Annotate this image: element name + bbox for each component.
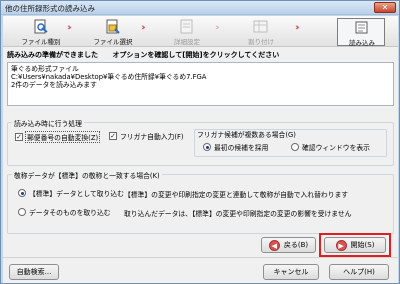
title-bar: 他の住所録形式の読み込み ✕ (1, 1, 399, 15)
radio-unselected-icon (291, 143, 299, 151)
import-dialog: 他の住所録形式の読み込み ✕ ファイル種別 ››› ファイル選択 ››› 詳細設… (0, 0, 400, 284)
start-arrow-icon: ▶ (335, 239, 347, 251)
ready-message: 読み込みの準備ができました オプションを確認して[開始]をクリックしてください (7, 50, 279, 60)
import-options-title: 読み込み時に行う処理 (12, 118, 84, 128)
check-mark-icon: ✓ (15, 133, 23, 141)
file-type-icon (34, 19, 48, 34)
postal-code-auto-convert-checkbox[interactable]: ✓ 郵便番号の自動変換(Z) (15, 131, 101, 143)
file-info-box: 筆ぐるめ形式ファイル C:¥Users¥nakada¥Desktop¥筆ぐるめ住… (7, 62, 394, 106)
honorific-group: 敬称データが【標準】の敬称と一致する場合(K) 【標準】データとして取り込む 【… (7, 170, 394, 234)
footer-divider (3, 257, 398, 258)
step-assign: 割り付け (237, 18, 285, 46)
radio-standard-label: 【標準】データとして取り込む (29, 190, 124, 198)
step-arrow: ››› (67, 23, 72, 33)
radio-first-candidate[interactable]: 最初の候補を採用 (203, 142, 268, 152)
step-arrow: ››› (141, 23, 146, 33)
assign-icon (253, 20, 268, 33)
start-button[interactable]: ▶ 開始(S) (324, 237, 386, 253)
instruction-label: オプションを確認して[開始]をクリックしてください (112, 51, 280, 59)
step-file-type[interactable]: ファイル種別 (17, 18, 65, 46)
step-import: 読み込み (337, 18, 385, 47)
radio-confirm-label: 確認ウィンドウを表示 (302, 144, 370, 152)
step-detail-settings: 詳細設定 (163, 18, 211, 46)
file-path-text: C:¥Users¥nakada¥Desktop¥筆ぐるめ住所録¥筆ぐるめ7.FG… (11, 73, 207, 81)
step-label: 割り付け (248, 38, 274, 46)
honorific-title: 敬称データが【標準】の敬称と一致する場合(K) (12, 170, 162, 180)
radio-selected-icon (203, 143, 211, 151)
detail-settings-icon (180, 19, 193, 34)
file-format-text: 筆ぐるめ形式ファイル (11, 65, 79, 73)
radio-asis-label: データそのものを取り込む (29, 209, 111, 217)
back-button[interactable]: ◀ 戻る(B) (261, 237, 316, 253)
cancel-button[interactable]: キャンセル (263, 264, 319, 280)
radio-unselected-icon (18, 208, 26, 216)
step-arrow: ››› (215, 23, 220, 33)
step-file-select[interactable]: ファイル選択 (89, 18, 137, 46)
close-button[interactable]: ✕ (374, 2, 396, 13)
asis-description: 取り込んだデータは、【標準】の変更や印刷指定の変更の影響を受けません (124, 210, 352, 218)
step-label: ファイル種別 (21, 38, 61, 46)
wizard-step-bar: ファイル種別 ››› ファイル選択 ››› 詳細設定 ››› 割り付け ››› … (3, 16, 398, 47)
record-count-text: 2件のデータを読み込みます (11, 81, 97, 89)
standard-description: 【標準】の変更や印刷指定の変更と連動して敬称が自動で入れ替わります (124, 191, 349, 199)
furigana-candidates-title: フリガナ候補が複数ある場合(G) (197, 131, 296, 139)
radio-import-as-standard[interactable]: 【標準】データとして取り込む (18, 188, 124, 198)
step-arrow: ››› (295, 23, 300, 33)
radio-first-label: 最初の候補を採用 (214, 144, 269, 152)
postal-code-label: 郵便番号の自動変換(Z) (25, 131, 101, 143)
file-select-icon (106, 19, 120, 34)
import-options-group: 読み込み時に行う処理 ✓ 郵便番号の自動変換(Z) ✓ フリガナ自動入力(F) … (7, 118, 394, 166)
auto-search-button[interactable]: 自動検索... (9, 264, 59, 280)
ready-label: 読み込みの準備ができました (7, 51, 98, 59)
back-label: 戻る(B) (283, 241, 309, 249)
furigana-auto-input-checkbox[interactable]: ✓ フリガナ自動入力(F) (109, 131, 185, 141)
radio-confirm-window[interactable]: 確認ウィンドウを表示 (291, 142, 370, 152)
import-icon (355, 21, 368, 34)
start-label: 開始(S) (350, 241, 375, 249)
dialog-body: ファイル種別 ››› ファイル選択 ››› 詳細設定 ››› 割り付け ››› … (3, 16, 398, 283)
furigana-candidates-group: フリガナ候補が複数ある場合(G) 最初の候補を採用 確認ウィンドウを表示 (194, 129, 387, 157)
radio-import-as-is[interactable]: データそのものを取り込む (18, 207, 111, 217)
step-label: 読み込み (349, 39, 375, 47)
furigana-label: フリガナ自動入力(F) (120, 133, 184, 141)
window-title: 他の住所録形式の読み込み (5, 4, 95, 13)
step-label: 詳細設定 (174, 38, 200, 46)
help-button[interactable]: ヘルプ(H) (329, 264, 389, 280)
check-mark-icon: ✓ (109, 132, 117, 140)
radio-selected-icon (18, 189, 26, 197)
step-label: ファイル選択 (93, 38, 133, 46)
back-arrow-icon: ◀ (268, 239, 280, 251)
